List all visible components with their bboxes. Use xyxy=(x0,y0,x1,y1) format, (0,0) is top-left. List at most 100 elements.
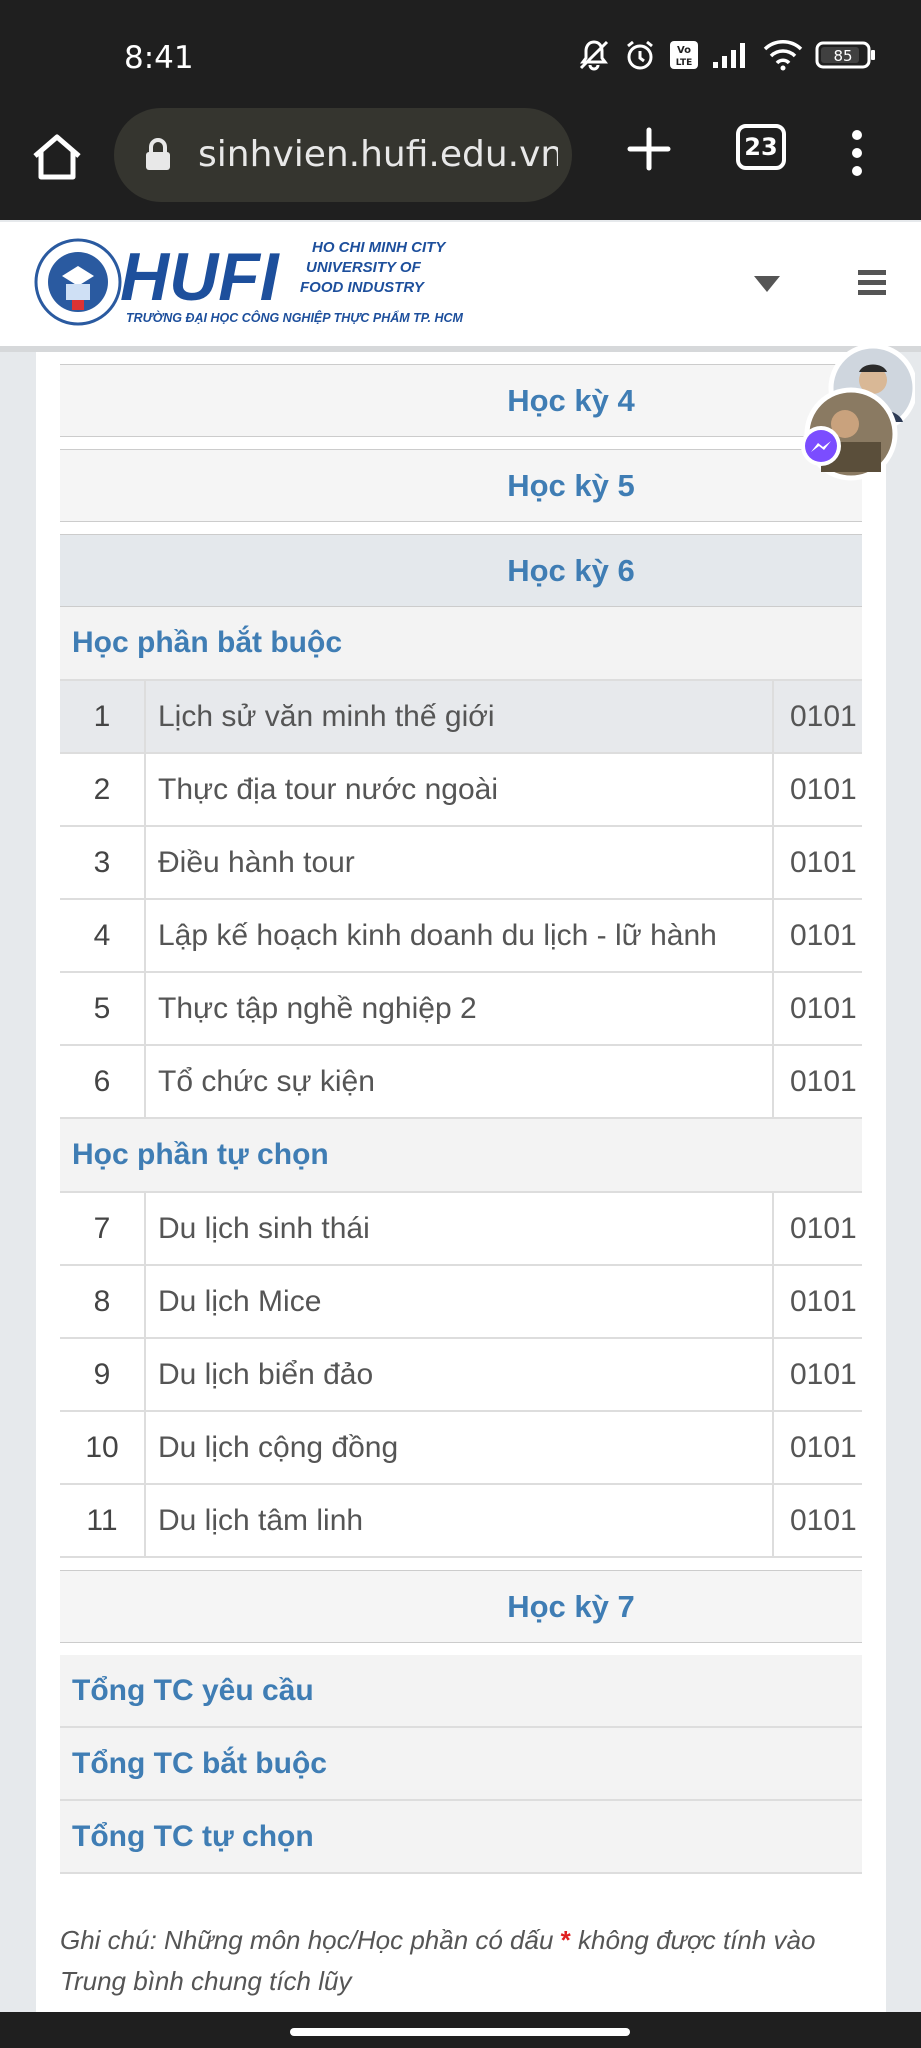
hufi-logo[interactable]: HUFI HO CHI MINH CITY UNIVERSITY OF FOOD… xyxy=(34,230,474,334)
row-number: 6 xyxy=(60,1046,146,1117)
group-label: Học phần bắt buộc xyxy=(72,626,342,659)
semester-row-7[interactable]: Học kỳ 7 xyxy=(60,1570,862,1643)
user-dropdown-button[interactable] xyxy=(752,272,782,296)
course-code: 0101 xyxy=(772,827,862,898)
row-number: 9 xyxy=(60,1339,146,1410)
svg-text:UNIVERSITY OF: UNIVERSITY OF xyxy=(306,259,422,276)
svg-text:LTE: LTE xyxy=(676,58,693,68)
table-row[interactable]: 2 Thực địa tour nước ngoài 0101 xyxy=(60,754,862,827)
more-options-icon xyxy=(852,130,862,176)
semester-row-6[interactable]: Học kỳ 6 xyxy=(60,534,862,607)
course-code: 0101 xyxy=(772,1046,862,1117)
semester-label: Học kỳ 4 xyxy=(507,383,635,418)
row-number: 10 xyxy=(60,1412,146,1483)
battery-level: 85 xyxy=(833,47,852,65)
chat-head-avatars xyxy=(801,343,918,481)
course-code: 0101 xyxy=(772,681,862,752)
total-label: Tổng TC yêu cầu xyxy=(72,1674,314,1707)
home-button[interactable] xyxy=(28,128,86,186)
total-required-credits-row: Tổng TC yêu cầu xyxy=(60,1655,862,1728)
signal-icon xyxy=(711,40,751,70)
course-name: Tổ chức sự kiện xyxy=(158,1065,375,1098)
dropdown-caret-icon xyxy=(754,276,780,292)
table-row[interactable]: 4 Lập kế hoạch kinh doanh du lịch - lữ h… xyxy=(60,900,862,973)
total-compulsory-credits-row: Tổng TC bắt buộc xyxy=(60,1728,862,1801)
home-gesture-handle[interactable] xyxy=(290,2028,630,2036)
lock-icon xyxy=(144,138,172,177)
nav-menu-button[interactable] xyxy=(856,266,888,300)
hufi-logo-image: HUFI HO CHI MINH CITY UNIVERSITY OF FOOD… xyxy=(34,238,464,326)
url-text: sinhvien.hufi.edu.vn/c xyxy=(198,134,558,175)
tabs-button[interactable]: 23 xyxy=(736,124,786,170)
site-header: HUFI HO CHI MINH CITY UNIVERSITY OF FOOD… xyxy=(0,222,921,352)
svg-text:HO CHI MINH CITY: HO CHI MINH CITY xyxy=(312,239,447,256)
course-name: Du lịch sinh thái xyxy=(158,1212,370,1245)
course-code: 0101 xyxy=(772,1339,862,1410)
row-number: 1 xyxy=(60,681,146,752)
system-nav-bar xyxy=(0,2012,921,2048)
course-code: 0101 xyxy=(772,1412,862,1483)
volte-icon: Vo LTE xyxy=(669,40,699,70)
table-row[interactable]: 3 Điều hành tour 0101 xyxy=(60,827,862,900)
messenger-chat-head[interactable] xyxy=(793,342,918,492)
table-row[interactable]: 9 Du lịch biển đảo 0101 xyxy=(60,1339,862,1412)
course-code: 0101 xyxy=(772,754,862,825)
alarm-icon xyxy=(623,38,657,72)
svg-text:Vo: Vo xyxy=(677,45,691,56)
semester-label: Học kỳ 7 xyxy=(507,1589,635,1624)
course-name: Thực địa tour nước ngoài xyxy=(158,773,499,806)
total-label: Tổng TC tự chọn xyxy=(72,1820,314,1853)
curriculum-panel: Học kỳ 4 Học kỳ 5 Học kỳ 6 Học phần bắt … xyxy=(36,352,886,2012)
table-row[interactable]: 7 Du lịch sinh thái 0101 xyxy=(60,1193,862,1266)
semester-row-4[interactable]: Học kỳ 4 xyxy=(60,364,862,437)
table-row[interactable]: 10 Du lịch cộng đồng 0101 xyxy=(60,1412,862,1485)
group-label: Học phần tự chọn xyxy=(72,1138,329,1171)
home-icon xyxy=(33,134,81,180)
semester-label: Học kỳ 5 xyxy=(507,468,635,503)
table-row[interactable]: 11 Du lịch tâm linh 0101 xyxy=(60,1485,862,1558)
semester-row-5[interactable]: Học kỳ 5 xyxy=(60,449,862,522)
battery-icon: 85 xyxy=(815,40,877,70)
status-icons: Vo LTE 85 xyxy=(577,38,877,72)
course-name: Thực tập nghề nghiệp 2 xyxy=(158,992,477,1025)
row-number: 3 xyxy=(60,827,146,898)
course-code: 0101 xyxy=(772,900,862,971)
total-elective-credits-row: Tổng TC tự chọn xyxy=(60,1801,862,1874)
mute-icon xyxy=(577,38,611,72)
table-row[interactable]: 8 Du lịch Mice 0101 xyxy=(60,1266,862,1339)
browser-toolbar: sinhvien.hufi.edu.vn/c 23 xyxy=(0,100,921,220)
more-options-button[interactable] xyxy=(842,126,872,180)
wifi-icon xyxy=(763,39,803,71)
course-code: 0101 xyxy=(772,1485,862,1556)
table-row[interactable]: 1 Lịch sử văn minh thế giới 0101 xyxy=(60,681,862,754)
address-bar[interactable]: sinhvien.hufi.edu.vn/c xyxy=(114,108,572,202)
row-number: 4 xyxy=(60,900,146,971)
row-number: 11 xyxy=(60,1485,146,1556)
row-number: 7 xyxy=(60,1193,146,1264)
new-tab-icon xyxy=(627,127,671,171)
row-number: 8 xyxy=(60,1266,146,1337)
course-name: Lịch sử văn minh thế giới xyxy=(158,700,495,733)
footnote: Ghi chú: Những môn học/Học phần có dấu *… xyxy=(60,1920,860,2002)
row-number: 2 xyxy=(60,754,146,825)
total-label: Tổng TC bắt buộc xyxy=(72,1747,327,1780)
table-row[interactable]: 6 Tổ chức sự kiện 0101 xyxy=(60,1046,862,1119)
course-name: Du lịch cộng đồng xyxy=(158,1431,399,1464)
new-tab-button[interactable] xyxy=(622,122,676,176)
status-time: 8:41 xyxy=(124,40,194,76)
svg-text:TRƯỜNG ĐẠI HỌC CÔNG NGHIỆP THỰ: TRƯỜNG ĐẠI HỌC CÔNG NGHIỆP THỰC PHẨM TP.… xyxy=(126,310,464,325)
group-row-required: Học phần bắt buộc xyxy=(60,607,862,681)
course-name: Du lịch tâm linh xyxy=(158,1504,364,1537)
course-name: Du lịch biển đảo xyxy=(158,1358,374,1391)
group-row-elective: Học phần tự chọn xyxy=(60,1119,862,1193)
course-name: Du lịch Mice xyxy=(158,1285,322,1318)
row-number: 5 xyxy=(60,973,146,1044)
course-code: 0101 xyxy=(772,973,862,1044)
status-bar: 8:41 Vo LTE 85 xyxy=(0,0,921,100)
semester-label: Học kỳ 6 xyxy=(507,553,635,588)
table-row[interactable]: 5 Thực tập nghề nghiệp 2 0101 xyxy=(60,973,862,1046)
course-name: Điều hành tour xyxy=(158,846,355,879)
svg-text:FOOD INDUSTRY: FOOD INDUSTRY xyxy=(300,279,426,296)
required-star: * xyxy=(560,1925,571,1955)
